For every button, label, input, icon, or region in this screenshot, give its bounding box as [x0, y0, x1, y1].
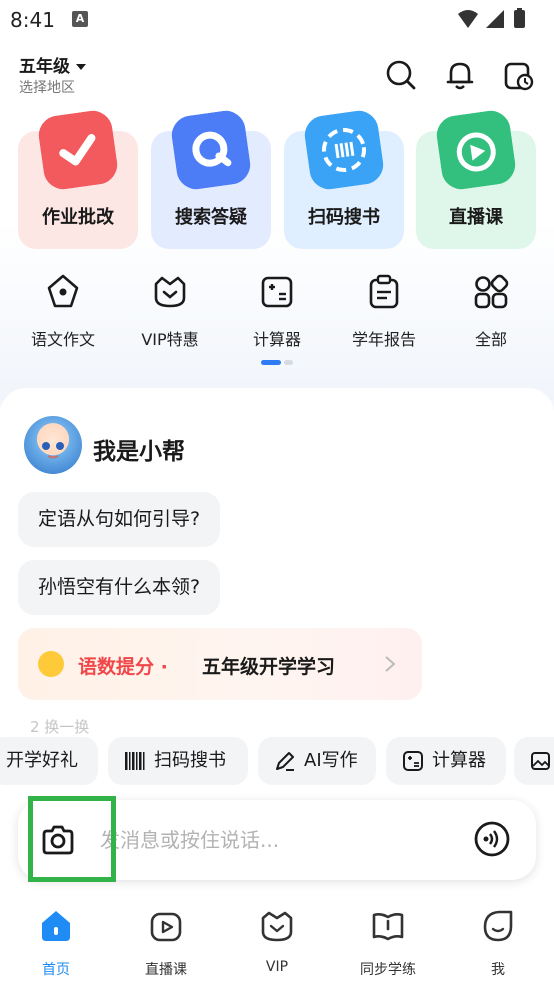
vip-crown-icon [154, 276, 186, 308]
message-input[interactable]: 发消息或按住说话... [100, 800, 279, 880]
scan-icon [302, 108, 386, 192]
profile-icon [483, 910, 513, 942]
status-bar: 8:41 A [0, 0, 554, 38]
history-icon[interactable] [502, 58, 536, 92]
chip-image[interactable] [514, 737, 554, 785]
chip-school-gift[interactable]: 开学好礼 [0, 737, 98, 785]
tool-label: 语文作文 [30, 330, 95, 349]
suggestion-chip[interactable]: 定语从句如何引导? [18, 492, 221, 547]
book-icon [372, 913, 404, 941]
chip-calculator[interactable]: 计算器 [386, 737, 506, 785]
vip-icon [261, 911, 293, 942]
page-dot-active [261, 360, 281, 365]
refresh-hint[interactable]: 2 换一换 [30, 716, 89, 737]
grade-selector[interactable]: 五年级 [19, 52, 86, 77]
search-q-icon [169, 108, 253, 192]
check-mark-icon [36, 108, 120, 192]
nav-home[interactable]: 首页 [11, 907, 101, 979]
nav-label: 我 [491, 962, 505, 978]
nav-label: VIP [265, 959, 289, 975]
assistant-avatar [24, 416, 82, 474]
bell-icon[interactable] [443, 58, 477, 92]
chip-scan-book[interactable]: 扫码搜书 [108, 737, 248, 785]
region-selector[interactable]: 选择地区 [19, 77, 75, 97]
bottom-nav: 首页 直播课 VIP 同步学练 我 [0, 895, 554, 985]
status-icons [458, 8, 525, 28]
wifi-icon [458, 10, 478, 28]
chip-label: 计算器 [432, 750, 486, 771]
play-tv-icon [434, 108, 518, 192]
tile-search-answer[interactable]: 搜索答疑 [151, 110, 271, 249]
tile-label: 搜索答疑 [175, 207, 247, 228]
nav-label: 同步学练 [360, 962, 416, 978]
live-play-icon [150, 912, 182, 942]
nav-live-class[interactable]: 直播课 [121, 907, 211, 979]
report-clipboard-icon [369, 274, 399, 309]
tool-label: 学年报告 [351, 330, 416, 349]
notification-icon: A [72, 11, 88, 27]
promo-highlight: 语数提分 · [78, 656, 168, 678]
voice-icon[interactable] [473, 820, 511, 858]
search-icon[interactable] [384, 58, 418, 92]
tile-live-class[interactable]: 直播课 [416, 110, 536, 249]
tile-label: 直播课 [449, 207, 503, 228]
tool-all[interactable]: 全部 [441, 272, 541, 350]
promo-banner[interactable]: 语数提分 · 五年级开学学习 [18, 628, 422, 700]
signal-icon [486, 10, 504, 28]
chip-label: 开学好礼 [6, 750, 78, 771]
pen-icon [276, 752, 294, 771]
tool-chinese-essay[interactable]: 语文作文 [13, 272, 113, 350]
battery-icon [514, 10, 525, 28]
nav-label: 直播课 [145, 962, 187, 978]
tile-label: 作业批改 [42, 207, 114, 228]
tool-label: VIP特惠 [141, 330, 199, 349]
promo-text: 五年级开学学习 [202, 656, 336, 678]
assistant-name: 我是小帮 [93, 439, 185, 465]
caret-down-icon [76, 64, 86, 70]
tool-label: 全部 [474, 330, 507, 349]
home-icon [42, 911, 70, 941]
tool-calculator[interactable]: 计算器 [227, 272, 327, 350]
page-dot [284, 360, 293, 365]
grade-label: 五年级 [19, 57, 70, 77]
nav-vip[interactable]: VIP [232, 907, 322, 975]
tile-label: 扫码搜书 [308, 207, 380, 228]
chip-label: AI写作 [304, 750, 358, 771]
nav-sync-practice[interactable]: 同步学练 [343, 907, 433, 979]
tile-scan-book[interactable]: 扫码搜书 [284, 110, 404, 249]
camera-highlight-box [28, 796, 116, 882]
tool-vip-deal[interactable]: VIP特惠 [120, 272, 220, 350]
barcode-icon [125, 752, 145, 770]
grid-all-icon [474, 274, 509, 309]
smile-emoji-icon [38, 651, 64, 677]
chevron-right-icon [385, 656, 396, 672]
calculator-icon [261, 276, 293, 308]
tool-year-report[interactable]: 学年报告 [334, 272, 434, 350]
pen-nib-icon [47, 274, 79, 308]
chip-ai-writing[interactable]: AI写作 [258, 737, 376, 785]
image-add-icon [531, 752, 550, 770]
tool-label: 计算器 [252, 330, 301, 349]
tile-homework-check[interactable]: 作业批改 [18, 110, 138, 249]
chip-label: 扫码搜书 [154, 750, 226, 771]
page-indicator [261, 360, 293, 365]
nav-label: 首页 [42, 962, 70, 978]
nav-me[interactable]: 我 [453, 907, 543, 979]
suggestion-chip[interactable]: 孙悟空有什么本领? [18, 560, 221, 615]
calculator-icon [403, 751, 423, 771]
status-time: 8:41 [10, 8, 55, 32]
